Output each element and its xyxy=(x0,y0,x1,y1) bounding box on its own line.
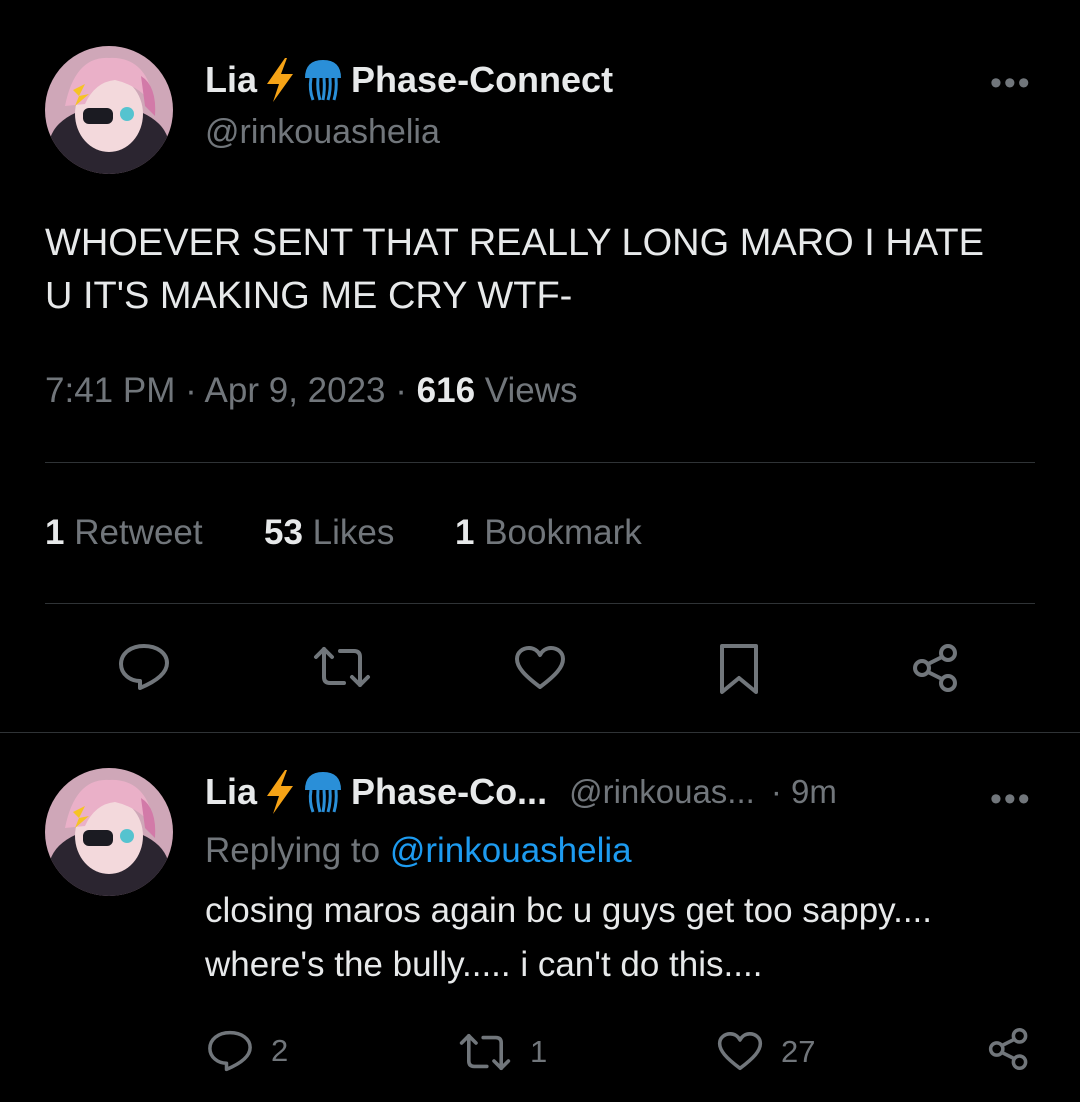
replying-to: Replying to @rinkouashelia xyxy=(205,831,632,871)
reply-retweet-button[interactable]: 1 xyxy=(458,1032,547,1072)
divider xyxy=(45,603,1035,604)
bookmarks-label: Bookmark xyxy=(484,513,642,552)
reply-button[interactable] xyxy=(118,643,170,691)
tweet-time[interactable]: 7:41 PM xyxy=(45,371,175,410)
retweet-button[interactable] xyxy=(312,645,372,689)
reply-author-name: Lia xyxy=(205,771,258,812)
reply-reply-button[interactable]: 2 xyxy=(207,1030,288,1072)
tweet-text: WHOEVER SENT THAT REALLY LONG MARO I HAT… xyxy=(45,222,984,317)
reply-text: closing maros again bc u guys get too sa… xyxy=(205,884,1065,992)
likes-stat[interactable]: 53 Likes xyxy=(264,513,394,553)
views-count: 616 xyxy=(416,371,476,410)
jellyfish-icon xyxy=(303,770,343,814)
retweets-label: Retweet xyxy=(74,513,203,552)
reply-org-name: Phase-Co... xyxy=(351,771,548,812)
bookmarks-stat[interactable]: 1 Bookmark xyxy=(455,513,642,553)
share-button[interactable] xyxy=(912,643,960,693)
likes-count: 53 xyxy=(264,513,303,552)
reply-text-line: closing maros again bc u guys get too sa… xyxy=(205,891,932,930)
author-name-row[interactable]: Lia Phase-Connect xyxy=(205,58,613,102)
reply-text-line: where's the bully..... i can't do this..… xyxy=(205,945,763,984)
reply-more-options-button[interactable]: ••• xyxy=(990,782,1032,816)
more-options-button[interactable]: ••• xyxy=(990,66,1032,100)
author-name: Lia xyxy=(205,59,258,100)
reply-share-button[interactable] xyxy=(988,1027,1030,1071)
bookmarks-count: 1 xyxy=(455,513,475,552)
org-name: Phase-Connect xyxy=(351,59,614,100)
retweets-count: 1 xyxy=(45,513,65,552)
author-avatar[interactable] xyxy=(45,46,173,174)
like-button[interactable] xyxy=(514,645,566,691)
tweet-date[interactable]: Apr 9, 2023 xyxy=(205,371,386,410)
author-handle[interactable]: @rinkouashelia xyxy=(205,113,440,152)
speech-bubble-icon xyxy=(208,1030,252,1072)
lightning-bolt-icon xyxy=(265,58,295,102)
views-label: Views xyxy=(484,371,578,410)
heart-icon xyxy=(717,1032,763,1071)
reply-header[interactable]: Lia Phase-Co... @rinkouas... · 9m xyxy=(205,770,837,814)
lightning-bolt-icon xyxy=(265,770,295,814)
retweets-stat[interactable]: 1 Retweet xyxy=(45,513,203,553)
bookmark-button[interactable] xyxy=(718,643,760,695)
reply-age: · 9m xyxy=(770,773,837,810)
reply-retweets-count: 1 xyxy=(530,1034,548,1069)
speech-bubble-icon xyxy=(119,644,169,690)
heart-icon xyxy=(515,646,565,689)
reply-replies-count: 2 xyxy=(271,1033,289,1068)
reply-author-avatar[interactable] xyxy=(45,768,173,896)
replying-to-prefix: Replying to xyxy=(205,831,381,870)
meta-separator: · xyxy=(185,371,197,410)
tweet-meta: 7:41 PM · Apr 9, 2023 · 616 Views xyxy=(45,371,578,411)
share-icon xyxy=(988,1028,1028,1070)
share-icon xyxy=(913,644,957,692)
retweet-arrows-icon xyxy=(459,1034,511,1070)
reply-like-button[interactable]: 27 xyxy=(717,1031,815,1072)
reply-likes-count: 27 xyxy=(781,1033,816,1069)
replying-to-handle[interactable]: @rinkouashelia xyxy=(390,831,632,870)
retweet-arrows-icon xyxy=(314,647,370,687)
likes-label: Likes xyxy=(312,513,395,552)
divider xyxy=(0,732,1080,733)
reply-author-handle: @rinkouas... xyxy=(569,773,755,810)
meta-separator: · xyxy=(395,371,407,410)
bookmark-icon xyxy=(720,644,758,694)
jellyfish-icon xyxy=(303,58,343,102)
divider xyxy=(45,462,1035,463)
